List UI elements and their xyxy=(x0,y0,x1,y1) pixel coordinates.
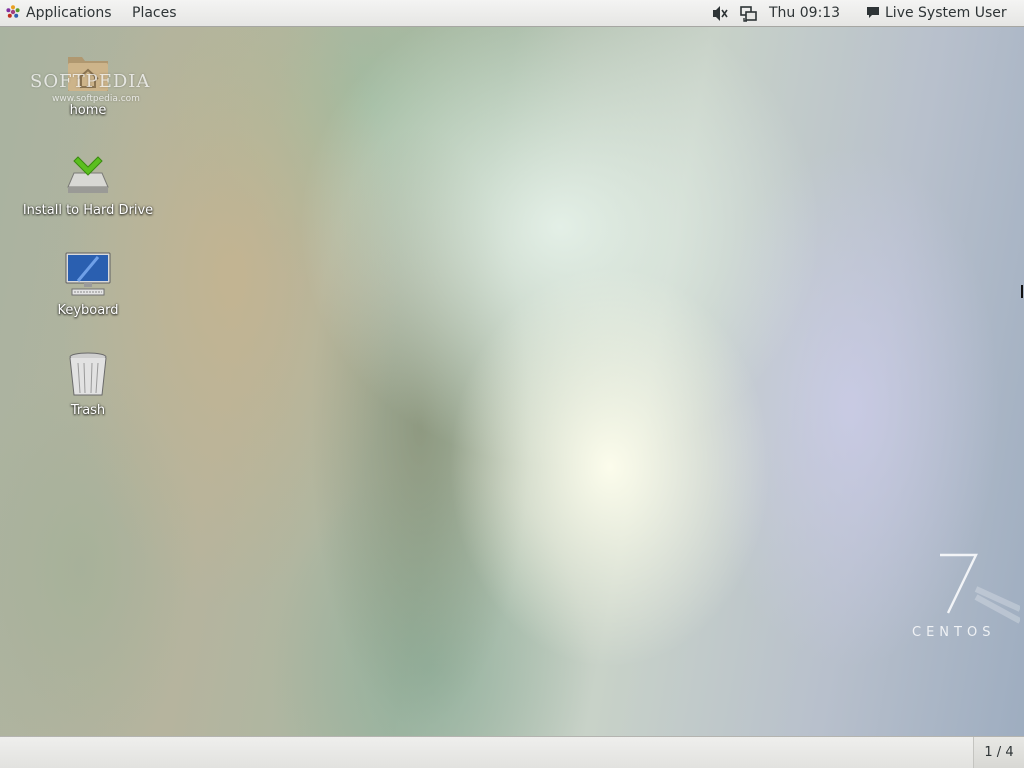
network-icon[interactable] xyxy=(739,0,759,27)
desktop-icon-label: Trash xyxy=(70,403,106,418)
top-panel: Applications Places Thu 09:13 Live Syste… xyxy=(0,0,1024,27)
workspace-switcher[interactable]: 1 / 4 xyxy=(973,737,1024,768)
chat-status-icon xyxy=(866,3,880,30)
user-name: Live System User xyxy=(885,5,1007,21)
desktop-icon-install-to-hard-drive[interactable]: Install to Hard Drive xyxy=(13,151,163,218)
centos-seven-mark xyxy=(940,553,1022,624)
user-menu[interactable]: Live System User xyxy=(866,0,1007,27)
applications-menu[interactable]: Applications xyxy=(6,0,112,27)
screen: Applications Places Thu 09:13 Live Syste… xyxy=(0,0,1024,768)
text-cursor xyxy=(1021,285,1023,298)
places-menu[interactable]: Places xyxy=(132,0,177,27)
clock[interactable]: Thu 09:13 xyxy=(769,0,840,27)
install-drive-icon xyxy=(64,151,112,199)
desktop[interactable]: home SOFTPEDIA www.softpedia.com Install… xyxy=(0,27,1024,736)
centos-logo: CENTOS xyxy=(900,549,1022,649)
desktop-icon-label: home xyxy=(69,103,107,118)
trash-icon xyxy=(64,351,112,399)
computer-monitor-icon xyxy=(64,251,112,299)
softpedia-watermark: SOFTPEDIA www.softpedia.com xyxy=(30,71,150,104)
desktop-icon-label: Keyboard xyxy=(57,303,119,318)
gnome-foot-icon xyxy=(6,2,20,18)
desktop-icon-label: Install to Hard Drive xyxy=(22,203,154,218)
watermark-name: SOFTPEDIA xyxy=(30,71,151,92)
bottom-panel: 1 / 4 xyxy=(0,736,1024,768)
applications-label: Applications xyxy=(26,5,112,21)
desktop-icon-trash[interactable]: Trash xyxy=(13,351,163,418)
volume-muted-icon[interactable] xyxy=(711,0,729,27)
watermark-url: www.softpedia.com xyxy=(52,94,140,104)
desktop-icon-keyboard[interactable]: Keyboard xyxy=(13,251,163,318)
centos-brand-text: CENTOS xyxy=(912,625,996,640)
